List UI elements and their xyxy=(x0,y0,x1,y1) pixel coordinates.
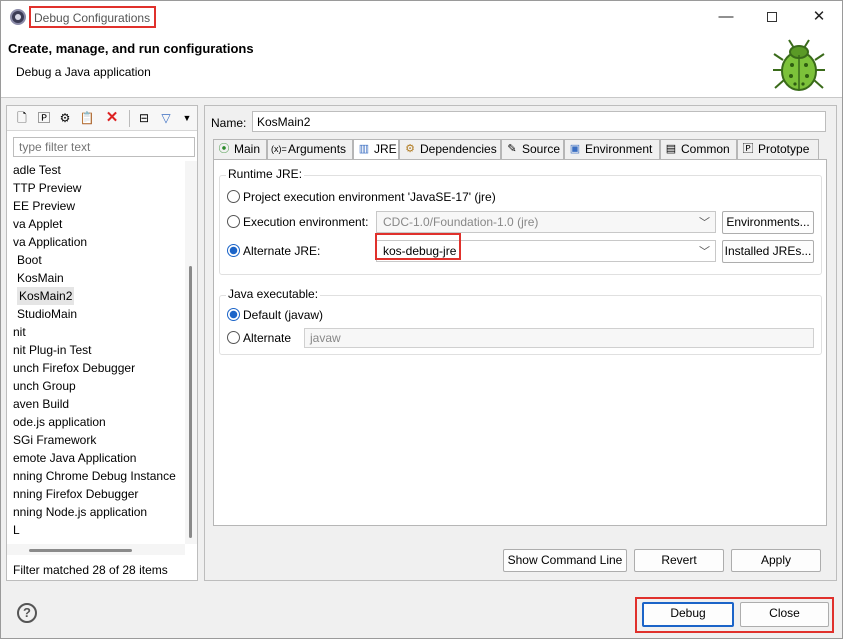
radio-icon[interactable] xyxy=(227,215,240,228)
dependencies-icon: ⚙ xyxy=(405,143,415,155)
chevron-down-icon: ﹀ xyxy=(699,217,710,229)
name-label: Name: xyxy=(211,116,247,130)
radio-checked-icon[interactable] xyxy=(227,244,240,257)
configuration-tree: adle Test TTP Preview EE Preview va Appl… xyxy=(7,161,185,541)
execution-env-option[interactable]: Execution environment: xyxy=(227,213,368,231)
revert-button[interactable]: Revert xyxy=(634,549,724,572)
installed-jres-button[interactable]: Installed JREs... xyxy=(722,240,814,263)
filter-status: Filter matched 28 of 28 items xyxy=(13,563,168,577)
tree-item[interactable]: Boot xyxy=(17,251,42,269)
header-title: Create, manage, and run configurations xyxy=(8,41,254,56)
duplicate-icon[interactable]: ⚙ xyxy=(57,110,73,126)
debug-configurations-window: Debug Configurations — ✕ Create, manage,… xyxy=(0,0,843,639)
tree-item[interactable]: emote Java Application xyxy=(13,449,136,467)
maximize-button[interactable] xyxy=(749,1,795,32)
close-window-button[interactable]: ✕ xyxy=(796,1,842,32)
tree-item[interactable]: nit xyxy=(13,323,26,341)
export-icon[interactable]: 📋 xyxy=(79,110,95,126)
environments-button[interactable]: Environments... xyxy=(722,211,814,234)
tree-item[interactable]: nning Chrome Debug Instance xyxy=(13,467,176,485)
java-executable-title: Java executable: xyxy=(226,287,321,301)
new-prototype-icon[interactable]: 🄿 xyxy=(36,110,52,126)
jre-tab-content: Runtime JRE: Project execution environme… xyxy=(213,159,827,526)
library-icon: ▥ xyxy=(358,143,370,155)
tree-horizontal-scrollbar[interactable] xyxy=(7,544,185,555)
filter-icon[interactable]: ▽ xyxy=(158,110,174,126)
execution-env-select: CDC-1.0/Foundation-1.0 (jre) ﹀ xyxy=(376,211,716,233)
common-icon: ▤ xyxy=(665,143,677,155)
alternate-exe-option[interactable]: Alternate xyxy=(227,329,291,347)
eclipse-app-icon xyxy=(10,9,26,25)
tree-item[interactable]: nning Node.js application xyxy=(13,503,147,521)
header-subtitle: Debug a Java application xyxy=(16,65,151,79)
tree-item[interactable]: ode.js application xyxy=(13,413,106,431)
configuration-editor-pane: Name: ⦿Main (x)=Arguments ▥JRE ⚙Dependen… xyxy=(204,105,837,581)
tree-item[interactable]: TTP Preview xyxy=(13,179,81,197)
toolbar-separator xyxy=(129,110,130,127)
filter-input[interactable] xyxy=(13,137,195,157)
configuration-tabs: ⦿ Main (x)= Arguments ▥ JRE ⚙ Dependencies ✎… xyxy=(213,139,826,160)
tree-item[interactable]: EE Preview xyxy=(13,197,75,215)
new-configuration-icon[interactable]: 🗋 xyxy=(14,110,30,126)
variable-icon: (x)= xyxy=(271,144,287,154)
alternate-jre-option[interactable]: Alternate JRE: xyxy=(227,242,320,260)
help-icon[interactable]: ? xyxy=(17,603,37,623)
delete-icon[interactable]: ✕ xyxy=(104,110,120,126)
tree-item[interactable]: nning Firefox Debugger xyxy=(13,485,138,503)
dialog-header: Create, manage, and run configurations D… xyxy=(1,32,842,98)
apply-button[interactable]: Apply xyxy=(731,549,821,572)
default-javaw-option[interactable]: Default (javaw) xyxy=(227,306,323,324)
list-toolbar: 🗋 🄿 ⚙ 📋 ✕ ⊟ ▽ ▼ xyxy=(7,106,197,131)
maximize-icon xyxy=(767,12,777,23)
debug-bug-icon xyxy=(773,39,825,91)
close-button[interactable]: Close xyxy=(740,602,829,627)
window-title: Debug Configurations xyxy=(29,6,157,28)
chevron-down-icon: ﹀ xyxy=(699,246,710,258)
tree-vertical-scrollbar[interactable] xyxy=(185,161,197,544)
tab-jre[interactable]: ▥ JRE xyxy=(353,139,399,160)
scrollbar-thumb[interactable] xyxy=(29,549,132,552)
tab-source[interactable]: ✎ Source xyxy=(501,139,564,159)
view-menu-icon[interactable]: ▼ xyxy=(179,110,195,126)
alternate-jre-select[interactable]: kos-debug-jre ﹀ xyxy=(376,240,716,262)
scrollbar-thumb[interactable] xyxy=(189,266,192,538)
tree-item[interactable]: nit Plug-in Test xyxy=(13,341,92,359)
radio-icon[interactable] xyxy=(227,190,240,203)
minimize-button[interactable]: — xyxy=(703,1,749,32)
source-icon: ✎ xyxy=(507,143,517,155)
tree-item[interactable]: KosMain xyxy=(17,269,64,287)
prototype-icon: 🄿 xyxy=(742,143,754,155)
tree-item[interactable]: StudioMain xyxy=(17,305,77,323)
tab-arguments[interactable]: (x)= Arguments xyxy=(267,139,353,159)
tree-item[interactable]: unch Group xyxy=(13,377,76,395)
alternate-exe-input: javaw xyxy=(304,328,814,348)
tab-common[interactable]: ▤ Common xyxy=(660,139,737,159)
tree-item[interactable]: unch Firefox Debugger xyxy=(13,359,135,377)
tab-prototype[interactable]: 🄿 Prototype xyxy=(737,139,819,159)
runtime-jre-group: Runtime JRE: Project execution environme… xyxy=(219,167,822,275)
collapse-all-icon[interactable]: ⊟ xyxy=(136,110,152,126)
tree-item[interactable]: va Application xyxy=(13,233,87,251)
tree-item-selected[interactable]: KosMain2 xyxy=(17,287,75,305)
tab-dependencies[interactable]: ⚙ Dependencies xyxy=(399,139,501,159)
tab-main[interactable]: ⦿ Main xyxy=(213,139,267,159)
tree-item[interactable]: adle Test xyxy=(13,161,61,179)
run-green-icon: ⦿ xyxy=(218,143,230,155)
tree-item[interactable]: va Applet xyxy=(13,215,62,233)
tree-item[interactable]: SGi Framework xyxy=(13,431,96,449)
tab-environment[interactable]: ▣ Environment xyxy=(564,139,660,159)
show-command-line-button[interactable]: Show Command Line xyxy=(503,549,627,572)
configuration-list-pane: 🗋 🄿 ⚙ 📋 ✕ ⊟ ▽ ▼ adle Test TTP Preview EE… xyxy=(6,105,198,581)
tree-item[interactable]: L xyxy=(13,521,20,539)
runtime-jre-title: Runtime JRE: xyxy=(226,167,305,181)
title-bar: Debug Configurations — ✕ xyxy=(1,1,842,32)
project-env-option[interactable]: Project execution environment 'JavaSE-17… xyxy=(227,188,496,206)
java-executable-group: Java executable: Default (javaw) Alterna… xyxy=(219,287,822,355)
tree-item[interactable]: aven Build xyxy=(13,395,69,413)
configuration-name-input[interactable] xyxy=(252,111,826,132)
radio-checked-icon[interactable] xyxy=(227,308,240,321)
environment-icon: ▣ xyxy=(569,143,581,155)
radio-icon[interactable] xyxy=(227,331,240,344)
debug-button[interactable]: Debug xyxy=(642,602,734,627)
